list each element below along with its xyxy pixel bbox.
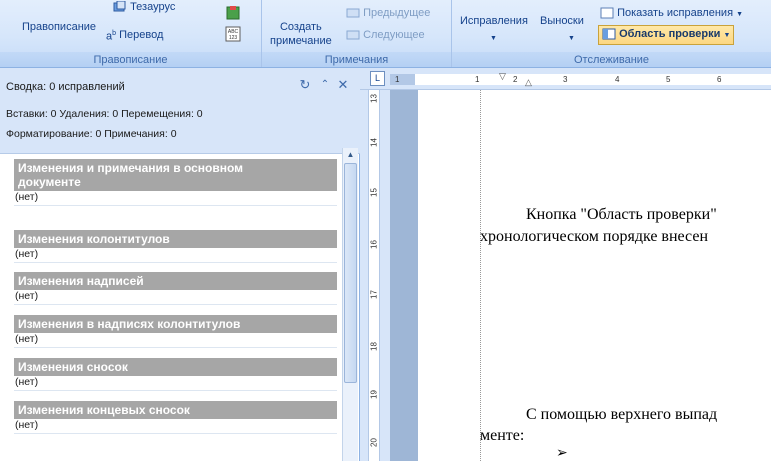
section-header: Изменения надписей — [14, 272, 337, 290]
research-book-icon — [226, 6, 240, 20]
scroll-thumb[interactable] — [344, 163, 357, 383]
translate-button[interactable]: ab Перевод — [106, 27, 163, 44]
section-none-text: (нет) — [14, 419, 337, 434]
stats-line-formatting: Форматирование: 0 Примечания: 0 — [6, 128, 177, 140]
thesaurus-button[interactable]: Тезаурус — [113, 0, 175, 14]
next-comment-button[interactable]: Следующее — [346, 28, 425, 42]
show-markup-icon — [600, 7, 614, 19]
pane-header: Сводка: 0 исправлений ↻ ⌃ ✕ — [0, 68, 360, 108]
tracking-group: Исправления Выноски ▼ ▼ Показать исправл… — [452, 0, 771, 67]
refresh-icon[interactable]: ↻ — [298, 78, 312, 92]
section-none-text: (нет) — [14, 333, 337, 348]
scroll-up-arrow-icon[interactable]: ▲ — [343, 148, 358, 162]
section-header: Изменения в надписях колонтитулов — [14, 315, 337, 333]
ruler-scale[interactable]: 1 1 2 3 4 5 6 ▽ △ — [395, 71, 771, 88]
section-none-text: (нет) — [14, 248, 337, 263]
close-icon[interactable]: ✕ — [336, 78, 350, 92]
section-header: Изменения и примечания в основном докуме… — [14, 159, 337, 191]
translate-icon: ab — [106, 30, 117, 43]
ruler-left-margin — [390, 74, 415, 85]
balloons-button[interactable]: Выноски — [540, 14, 584, 28]
document-paragraph-line: Кнопка "Область проверки" — [526, 206, 717, 223]
document-page[interactable]: Кнопка "Область проверки" хронологическо… — [418, 90, 771, 461]
track-changes-button[interactable]: Исправления — [460, 14, 528, 28]
first-line-indent-marker-icon[interactable]: ▽ — [499, 71, 506, 82]
previous-comment-icon — [346, 8, 360, 18]
comments-group: Создать примечание Предыдущее Следующее … — [262, 0, 452, 67]
ruler-tick: 20 — [369, 438, 379, 447]
collapse-up-icon[interactable]: ⌃ — [318, 78, 332, 92]
section-footnotes: Изменения сносок (нет) — [14, 358, 337, 391]
ruler-tick: 6 — [717, 75, 722, 84]
word-count-button[interactable]: ABC 123 — [225, 26, 241, 42]
ruler-tick: 15 — [369, 188, 379, 197]
ribbon: Правописание Тезаурус ab Перевод ABC 123 … — [0, 0, 771, 68]
document-paragraph-line: С помощью верхнего выпад — [526, 406, 718, 423]
section-headers-footers: Изменения колонтитулов (нет) — [14, 230, 337, 263]
section-header: Изменения концевых сносок — [14, 401, 337, 419]
section-none-text: (нет) — [14, 191, 337, 206]
create-comment-button[interactable]: Создать примечание — [270, 20, 332, 48]
ruler-tick: 13 — [369, 94, 379, 103]
reviewing-pane: Сводка: 0 исправлений ↻ ⌃ ✕ Вставки: 0 У… — [0, 68, 360, 461]
document-paragraph-line: менте: — [480, 427, 525, 444]
horizontal-ruler: L 1 1 2 3 4 5 6 ▽ △ — [360, 68, 771, 90]
spelling-group-label: Правописание — [0, 52, 261, 67]
ruler-tick: 16 — [369, 240, 379, 249]
section-header-text-boxes: Изменения в надписях колонтитулов (нет) — [14, 315, 337, 348]
vertical-ruler: 13 14 15 16 17 18 19 20 — [360, 90, 390, 461]
spelling-group: Правописание Тезаурус ab Перевод ABC 123 … — [0, 0, 262, 67]
pane-stats: Вставки: 0 Удаления: 0 Перемещения: 0 Фо… — [0, 108, 360, 154]
section-text-boxes: Изменения надписей (нет) — [14, 272, 337, 305]
section-endnotes: Изменения концевых сносок (нет) — [14, 401, 337, 434]
document-paragraph-line: хронологическом порядке внесен — [480, 228, 709, 245]
word-count-icon: ABC123 — [225, 26, 241, 42]
thesaurus-icon — [113, 1, 126, 12]
stats-line-insertions: Вставки: 0 Удаления: 0 Перемещения: 0 — [6, 108, 203, 120]
ruler-tick: 3 — [563, 75, 568, 84]
show-markup-dropdown-arrow: ▼ — [736, 11, 744, 18]
hanging-indent-marker-icon[interactable]: △ — [525, 77, 532, 88]
text-boundary-line — [480, 90, 481, 461]
ruler-tick: 18 — [369, 342, 379, 351]
ruler-tab-selector[interactable]: L — [370, 71, 385, 86]
next-comment-icon — [346, 30, 360, 40]
reviewing-pane-dropdown-arrow: ▼ — [723, 32, 731, 39]
ruler-tick: 19 — [369, 390, 379, 399]
pane-section-list: Изменения и примечания в основном докуме… — [0, 155, 342, 461]
track-changes-dropdown-arrow[interactable]: ▼ — [490, 32, 497, 46]
balloons-dropdown-arrow[interactable]: ▼ — [568, 32, 575, 46]
ruler-tick: 1 — [475, 75, 480, 84]
spelling-button[interactable]: Правописание — [22, 20, 96, 34]
tracking-group-label: Отслеживание — [452, 52, 771, 67]
svg-text:123: 123 — [229, 35, 238, 41]
ruler-tick: 14 — [369, 138, 379, 147]
show-markup-button[interactable]: Показать исправления ▼ — [600, 6, 743, 22]
ruler-tick: 1 — [395, 75, 400, 84]
reviewing-pane-button[interactable]: Область проверки ▼ — [598, 25, 735, 45]
ruler-tick: 5 — [666, 75, 671, 84]
section-header: Изменения колонтитулов — [14, 230, 337, 248]
section-header: Изменения сносок — [14, 358, 337, 376]
previous-comment-button[interactable]: Предыдущее — [346, 6, 430, 20]
list-arrow-icon: ➢ — [556, 446, 568, 461]
comments-group-label: Примечания — [262, 52, 451, 67]
ruler-tick: 17 — [369, 290, 379, 299]
reviewing-pane-icon — [602, 28, 616, 40]
section-main-document: Изменения и примечания в основном докуме… — [14, 159, 337, 206]
pane-scrollbar[interactable]: ▲ — [342, 148, 358, 461]
pane-title: Сводка: 0 исправлений — [6, 81, 125, 93]
ruler-tick: 4 — [615, 75, 620, 84]
ruler-tick: 2 — [513, 75, 518, 84]
page-gutter — [390, 90, 418, 461]
research-button[interactable] — [225, 5, 241, 21]
section-none-text: (нет) — [14, 376, 337, 391]
section-none-text: (нет) — [14, 290, 337, 305]
